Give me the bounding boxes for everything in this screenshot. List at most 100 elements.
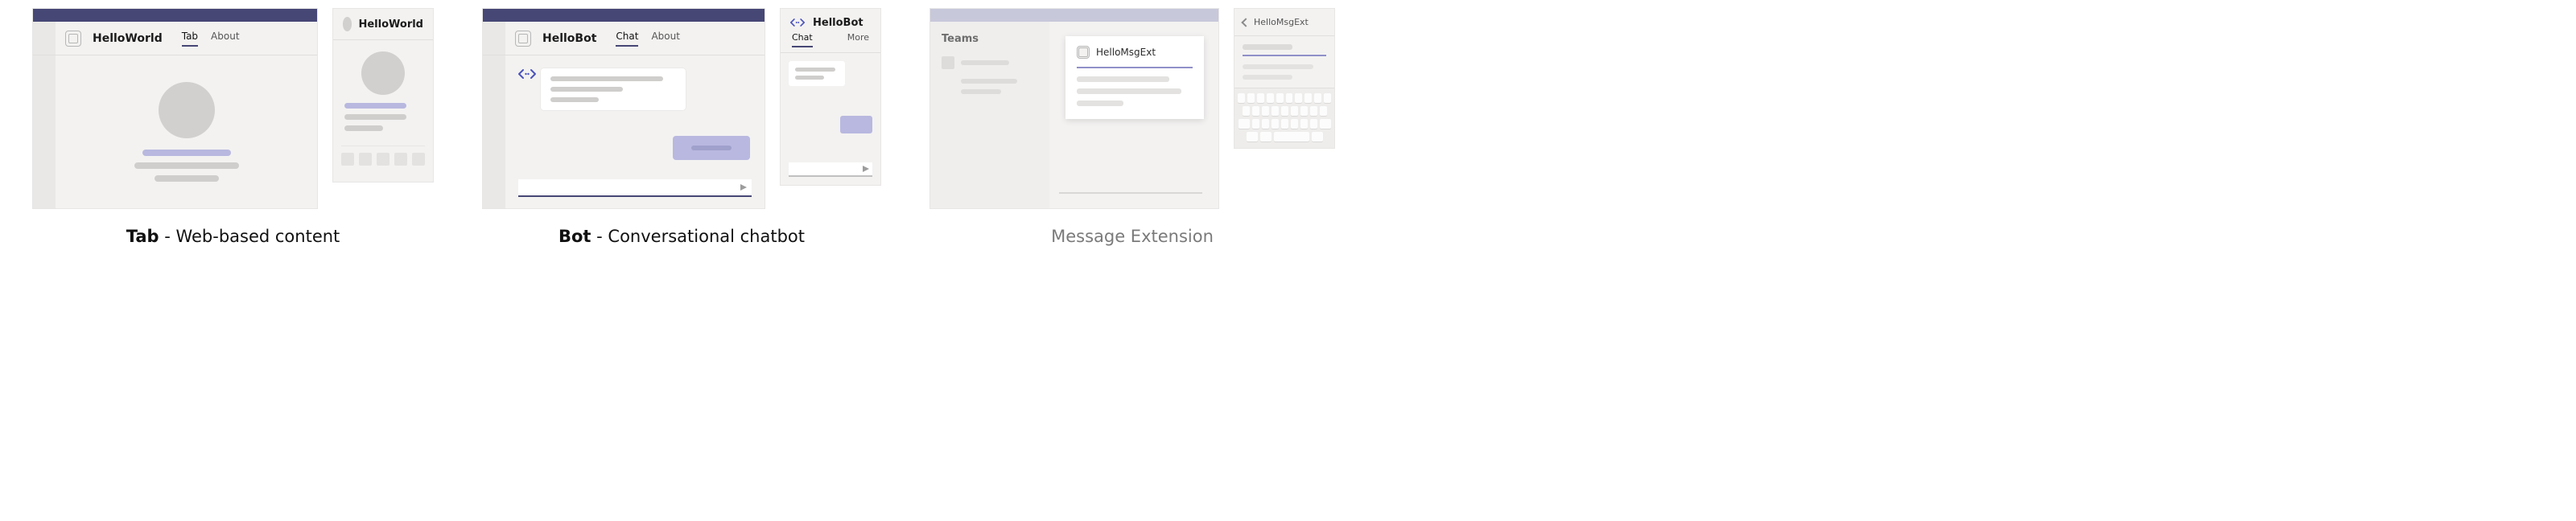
mobile-tab-chat[interactable]: Chat (792, 32, 813, 47)
key[interactable] (1324, 93, 1331, 103)
channel-list-placeholder (942, 79, 1038, 94)
key[interactable] (1286, 93, 1293, 103)
placeholder-line (344, 103, 406, 109)
bot-caption-rest: - Conversational chatbot (591, 227, 805, 246)
key[interactable] (1252, 119, 1259, 129)
app-title: HelloBot (542, 32, 596, 45)
diagram-row: HelloWorld Tab About (32, 8, 2544, 246)
key[interactable] (1300, 106, 1308, 116)
dock-item[interactable] (394, 153, 407, 166)
msgext-popup-card[interactable]: HelloMsgExt (1065, 36, 1204, 119)
bot-section: HelloBot Chat About (482, 8, 881, 246)
tab-mobile-mock: HelloWorld (332, 8, 434, 183)
key[interactable] (1272, 119, 1279, 129)
key[interactable] (1300, 119, 1308, 129)
numeric-key[interactable] (1247, 132, 1258, 142)
backspace-key[interactable] (1320, 119, 1331, 129)
mobile-body (781, 53, 880, 185)
bot-mockups: HelloBot Chat About (482, 8, 881, 209)
key[interactable] (1281, 106, 1288, 116)
app-icon (65, 31, 81, 47)
bot-pivots: Chat About (616, 31, 680, 47)
bot-header: HelloBot Chat About (483, 22, 765, 55)
placeholder-line (691, 146, 732, 150)
key[interactable] (1262, 119, 1269, 129)
tab-caption-bold: Tab (126, 227, 159, 246)
key[interactable] (1291, 119, 1298, 129)
key[interactable] (1310, 119, 1317, 129)
card-header: HelloMsgExt (1077, 46, 1193, 68)
user-reply-bubble (840, 116, 872, 133)
bot-message-row (518, 68, 752, 110)
pivot-about[interactable]: About (651, 31, 679, 47)
bot-message-bubble (541, 68, 686, 110)
key[interactable] (1295, 93, 1302, 103)
key-row (1238, 106, 1331, 116)
mobile-body (1234, 36, 1334, 80)
key[interactable] (1238, 93, 1245, 103)
dock-item[interactable] (341, 153, 354, 166)
key-row (1238, 132, 1331, 142)
code-icon (790, 18, 806, 29)
mobile-tab-more[interactable]: More (847, 32, 869, 47)
send-icon[interactable] (863, 166, 869, 172)
placeholder-line (550, 97, 599, 102)
pivot-about[interactable]: About (211, 31, 239, 47)
key[interactable] (1320, 106, 1327, 116)
card-body (1077, 76, 1193, 106)
rail-item[interactable] (942, 56, 1038, 69)
back-icon[interactable] (1241, 18, 1250, 27)
dock-item[interactable] (377, 153, 389, 166)
key[interactable] (1267, 93, 1274, 103)
app-title: HelloWorld (93, 32, 163, 45)
mobile-title: HelloWorld (358, 18, 423, 31)
tab-caption-rest: - Web-based content (159, 227, 340, 246)
key[interactable] (1247, 93, 1255, 103)
bot-body (483, 55, 765, 208)
message-composer[interactable] (518, 179, 752, 197)
app-icon (515, 31, 531, 47)
teams-titlebar (33, 9, 317, 22)
key[interactable] (1314, 93, 1321, 103)
placeholder-line (344, 125, 383, 131)
shift-key[interactable] (1239, 119, 1250, 129)
teams-left-rail: Teams (930, 22, 1049, 208)
key[interactable] (1281, 119, 1288, 129)
key[interactable] (1252, 106, 1259, 116)
placeholder-line (344, 114, 406, 120)
key-row (1238, 93, 1331, 103)
placeholder-line (1077, 88, 1181, 94)
key[interactable] (1310, 106, 1317, 116)
tab-desktop-mock: HelloWorld Tab About (32, 8, 318, 209)
key[interactable] (1304, 93, 1312, 103)
mobile-header: HelloBot (781, 9, 880, 32)
dock-item[interactable] (412, 153, 425, 166)
mobile-header: HelloMsgExt (1234, 9, 1334, 36)
key[interactable] (1243, 106, 1250, 116)
message-composer[interactable] (789, 162, 872, 177)
avatar-placeholder (159, 82, 215, 138)
key[interactable] (1276, 93, 1284, 103)
placeholder-line (961, 60, 1009, 65)
space-key[interactable] (1274, 132, 1309, 142)
dock-item[interactable] (359, 153, 372, 166)
pivot-tab[interactable]: Tab (182, 31, 198, 47)
key[interactable] (1272, 106, 1279, 116)
key[interactable] (1291, 106, 1298, 116)
card-title: HelloMsgExt (1096, 47, 1156, 58)
send-icon[interactable] (740, 184, 747, 191)
key[interactable] (1262, 106, 1269, 116)
emoji-key[interactable] (1260, 132, 1272, 142)
text-placeholder-stack (134, 150, 239, 182)
key[interactable] (1257, 93, 1264, 103)
placeholder-line (134, 162, 239, 169)
avatar-placeholder (361, 51, 405, 95)
pivot-chat[interactable]: Chat (616, 31, 638, 47)
return-key[interactable] (1312, 132, 1323, 142)
tab-body (33, 55, 317, 208)
composer-underline[interactable] (1059, 192, 1202, 194)
soft-keyboard[interactable] (1234, 88, 1334, 148)
msgext-caption: Message Extension (1051, 227, 1214, 246)
search-placeholder[interactable] (1243, 44, 1292, 50)
mobile-header: HelloWorld (333, 9, 433, 40)
